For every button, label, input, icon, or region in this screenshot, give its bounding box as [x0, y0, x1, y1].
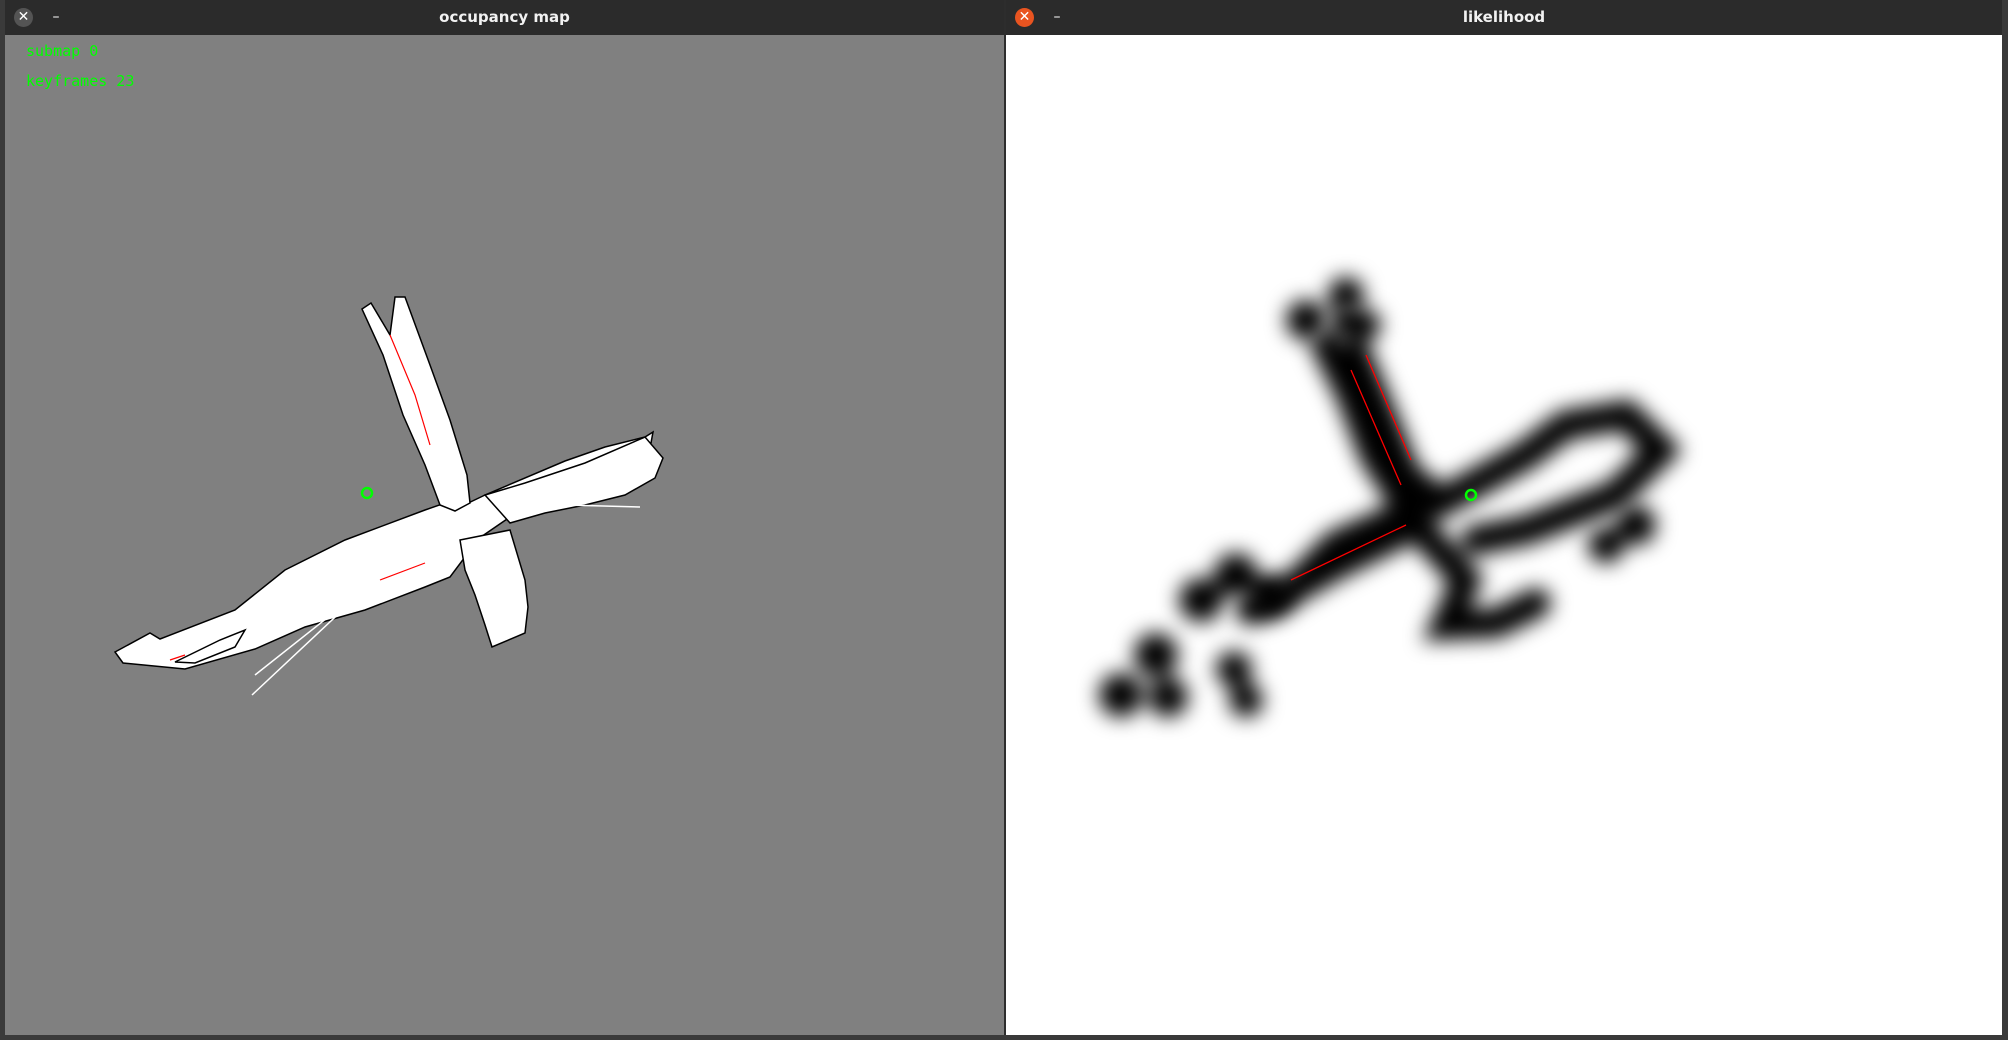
keyframes-label: keyframes 23: [26, 72, 135, 90]
window-title: likelihood: [1462, 8, 1546, 26]
window-title: occupancy map: [439, 8, 570, 26]
likelihood-field: [1236, 305, 1683, 641]
likelihood-canvas: [1006, 35, 2002, 1035]
submap-label: submap 0: [26, 42, 99, 60]
desktop-bottom-edge: [0, 1035, 2008, 1040]
occupancy-canvas: submap 0 keyframes 23: [5, 35, 1004, 1035]
likelihood-map-image: [1099, 277, 1683, 717]
occupancy-map-image: [113, 296, 664, 696]
occupancy-map-window: ✕ – occupancy map submap 0 keyframes 23: [5, 0, 1004, 1035]
free-space: [113, 296, 664, 670]
desktop-right-edge: [2002, 0, 2008, 1035]
robot-marker: [360, 486, 374, 500]
likelihood-titlebar[interactable]: ✕ – likelihood: [1006, 0, 2002, 35]
occupancy-titlebar[interactable]: ✕ – occupancy map: [5, 0, 1004, 35]
likelihood-window: ✕ – likelihood: [1006, 0, 2002, 1035]
